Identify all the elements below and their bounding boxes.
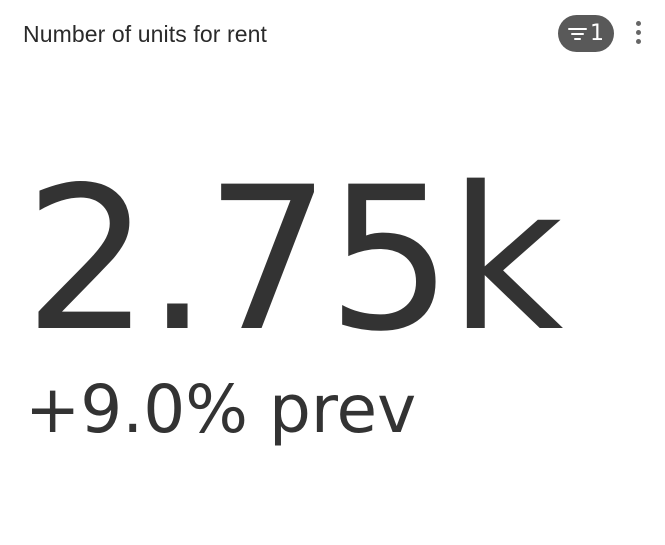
metric-card: Number of units for rent 1 2.75k +9.0% p… xyxy=(0,0,665,545)
filter-count: 1 xyxy=(590,20,604,46)
filter-icon xyxy=(568,27,587,40)
active-filters-button[interactable]: 1 xyxy=(558,15,614,52)
metric-comparison: +9.0% prev xyxy=(25,371,417,448)
metric-value: 2.75k xyxy=(24,144,564,375)
card-title: Number of units for rent xyxy=(23,21,268,47)
menu-dot xyxy=(635,29,641,35)
menu-dot xyxy=(635,20,641,26)
more-options-icon[interactable] xyxy=(626,15,650,49)
menu-dot xyxy=(635,38,641,44)
